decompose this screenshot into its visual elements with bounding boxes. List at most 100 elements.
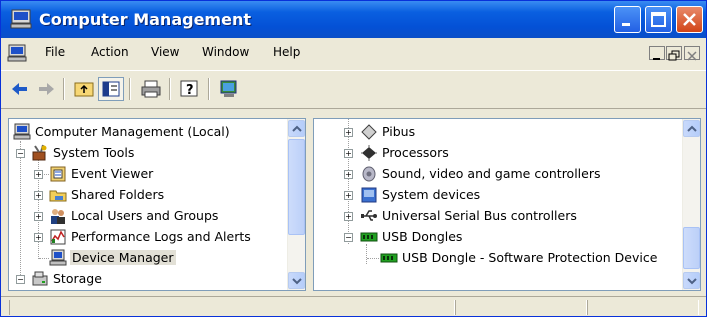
scroll-up-button[interactable] (288, 120, 305, 137)
menu-file[interactable]: File (45, 45, 65, 59)
status-bar-panel (9, 300, 455, 315)
right-vertical-scrollbar[interactable] (682, 119, 700, 290)
left-vertical-scrollbar[interactable] (287, 119, 305, 290)
expand-expander[interactable]: + (344, 149, 353, 158)
tree-item-event-viewer[interactable]: + Event Viewer (9, 164, 289, 185)
forward-button[interactable] (33, 77, 59, 101)
tree-item-label: Local Users and Groups (71, 208, 219, 223)
tree-item-computer-management[interactable]: Computer Management (Local) (9, 122, 289, 143)
mdi-restore-button[interactable] (666, 46, 682, 61)
device-category-sound-video[interactable]: + Sound, video and game controllers (314, 164, 684, 185)
chevron-down-icon (687, 278, 697, 285)
tree-item-device-manager[interactable]: Device Manager (9, 248, 289, 269)
device-tree-pane[interactable]: + Pibus + Processors + Sound, video and … (313, 118, 701, 291)
chevron-down-icon (292, 278, 302, 285)
device-category-usb-dongles[interactable]: − USB Dongles (314, 227, 684, 248)
device-category-pibus[interactable]: + Pibus (314, 122, 684, 143)
users-icon (51, 209, 65, 224)
device-category-label: System devices (382, 187, 481, 202)
restore-icon (668, 50, 680, 61)
device-category-label: Sound, video and game controllers (382, 166, 601, 181)
expand-expander[interactable]: + (34, 191, 43, 200)
computer-management-icon (10, 9, 32, 29)
window-title: Computer Management (39, 10, 251, 29)
tree-item-performance-logs[interactable]: + Performance Logs and Alerts (9, 227, 289, 248)
expand-expander[interactable]: + (344, 212, 353, 221)
tree-item-label: Event Viewer (71, 166, 154, 181)
scroll-thumb[interactable] (288, 139, 305, 235)
computer-management-icon (13, 123, 31, 140)
speaker-icon (362, 166, 376, 182)
back-arrow-icon (12, 83, 27, 95)
mdi-close-button[interactable] (684, 46, 700, 61)
expand-expander[interactable]: + (344, 170, 353, 179)
scroll-down-button[interactable] (288, 272, 305, 289)
collapse-expander[interactable]: − (344, 233, 353, 242)
print-button[interactable] (138, 77, 164, 101)
system-tools-icon (32, 144, 47, 161)
tree-guide-line (367, 258, 379, 259)
status-bar-panel (455, 300, 587, 315)
collapse-expander[interactable]: − (16, 149, 25, 158)
expand-expander[interactable]: + (34, 212, 43, 221)
tree-item-label: Performance Logs and Alerts (71, 229, 251, 244)
maximize-button[interactable] (645, 6, 672, 33)
status-bar-panel (587, 300, 699, 315)
menu-view[interactable]: View (151, 45, 179, 59)
mdi-minimize-button[interactable] (649, 46, 665, 60)
menu-action[interactable]: Action (91, 45, 129, 59)
scroll-up-button[interactable] (683, 120, 700, 137)
minimize-icon (622, 23, 630, 26)
tree-item-shared-folders[interactable]: + Shared Folders (9, 185, 289, 206)
chevron-up-icon (292, 125, 302, 132)
tree-item-system-tools[interactable]: − System Tools (9, 143, 289, 164)
expand-expander[interactable]: + (344, 128, 353, 137)
minimize-button[interactable] (614, 6, 641, 33)
device-usb-dongle-software-protection[interactable]: USB Dongle - Software Protection Device (314, 248, 684, 269)
console-tree-icon (102, 81, 120, 97)
tree-item-local-users-and-groups[interactable]: + Local Users and Groups (9, 206, 289, 227)
up-one-level-button[interactable] (71, 77, 97, 101)
computer-management-window: Computer Management File Action View Win… (0, 0, 707, 317)
toolbar-separator (208, 78, 210, 100)
computer-management-menu-icon[interactable] (7, 44, 27, 62)
processor-icon (361, 145, 377, 161)
scroll-thumb[interactable] (683, 227, 700, 269)
menu-help[interactable]: Help (273, 45, 300, 59)
pibus-icon (361, 124, 377, 140)
performance-icon (50, 229, 66, 245)
expand-expander[interactable]: + (34, 233, 43, 242)
menu-window[interactable]: Window (202, 45, 249, 59)
maximize-icon (651, 12, 666, 27)
collapse-expander[interactable]: − (16, 275, 25, 284)
device-category-usb-controllers[interactable]: + Universal Serial Bus controllers (314, 206, 684, 227)
toolbar: ? (1, 70, 706, 109)
tree-item-label: Storage (53, 271, 102, 286)
expand-expander[interactable]: + (34, 170, 43, 179)
help-button[interactable]: ? (177, 77, 203, 101)
menu-bar: File Action View Window Help (1, 38, 706, 68)
back-button[interactable] (7, 77, 33, 101)
pane-splitter[interactable] (306, 118, 313, 291)
device-category-label: Universal Serial Bus controllers (382, 208, 577, 223)
title-bar[interactable]: Computer Management (1, 1, 706, 38)
forward-arrow-icon (39, 83, 54, 95)
monitor-icon (220, 80, 237, 97)
system-devices-icon (361, 187, 377, 203)
status-bar (1, 296, 706, 316)
device-label: USB Dongle - Software Protection Device (402, 250, 658, 265)
device-category-processors[interactable]: + Processors (314, 143, 684, 164)
device-category-system-devices[interactable]: + System devices (314, 185, 684, 206)
tree-item-label: Shared Folders (71, 187, 165, 202)
svg-text:?: ? (186, 83, 194, 98)
toolbar-separator (129, 78, 131, 100)
device-properties-button[interactable] (216, 77, 242, 101)
tree-item-storage[interactable]: − Storage (9, 269, 289, 290)
show-hide-tree-button[interactable] (98, 77, 124, 101)
close-button[interactable] (676, 6, 703, 33)
scroll-down-button[interactable] (683, 272, 700, 289)
expand-expander[interactable]: + (344, 191, 353, 200)
tree-item-label: Device Manager (70, 250, 176, 265)
console-tree-pane[interactable]: Computer Management (Local) − System Too… (8, 118, 306, 291)
dongle-icon (380, 253, 398, 263)
